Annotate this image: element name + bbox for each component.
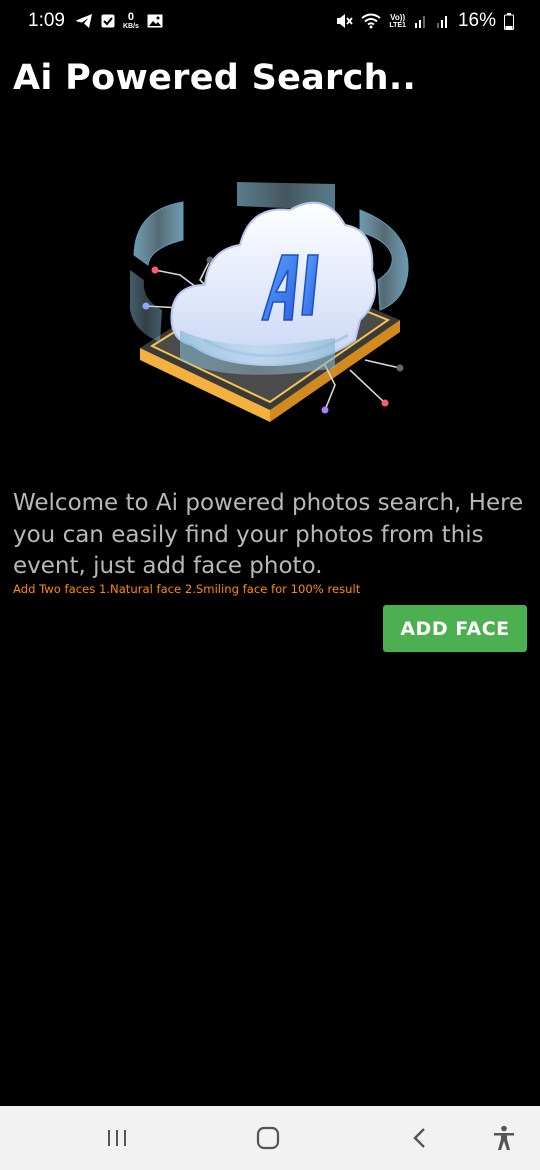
net-speed-unit: KB/s xyxy=(122,23,139,30)
accessibility-icon[interactable] xyxy=(474,1106,534,1170)
status-bar: 1:09 0 KB/s Vo)) LTE1 16% xyxy=(0,0,540,42)
add-face-button[interactable]: ADD FACE xyxy=(383,605,527,652)
ai-cloud-illustration xyxy=(120,170,420,430)
image-notification-icon xyxy=(147,14,163,28)
net-speed: 0 KB/s xyxy=(122,11,139,31)
battery-percent: 16% xyxy=(457,10,496,31)
nav-bar xyxy=(0,1106,540,1170)
wifi-icon xyxy=(361,13,381,29)
recents-icon[interactable] xyxy=(87,1106,147,1170)
net-speed-value: 0 xyxy=(127,11,135,23)
status-time: 1:09 xyxy=(28,10,65,31)
status-left: 1:09 0 KB/s xyxy=(28,10,163,32)
home-icon[interactable] xyxy=(238,1106,298,1170)
signal-icon xyxy=(414,13,428,29)
volte-top: Vo)) xyxy=(390,12,406,22)
volte-indicator: Vo)) LTE1 xyxy=(389,12,406,29)
volte-bottom: LTE1 xyxy=(389,21,406,29)
hint-text: Add Two faces 1.Natural face 2.Smiling f… xyxy=(13,582,361,596)
telegram-icon xyxy=(75,13,93,29)
status-right: Vo)) LTE1 16% xyxy=(335,10,514,32)
welcome-text: Welcome to Ai powered photos search, Her… xyxy=(13,490,524,579)
battery-icon xyxy=(504,12,514,30)
back-icon[interactable] xyxy=(390,1106,450,1170)
mute-icon xyxy=(335,13,354,29)
signal-icon-2 xyxy=(436,13,450,29)
page-title: Ai Powered Search.. xyxy=(13,58,417,98)
checkbox-notification-icon xyxy=(101,14,115,28)
